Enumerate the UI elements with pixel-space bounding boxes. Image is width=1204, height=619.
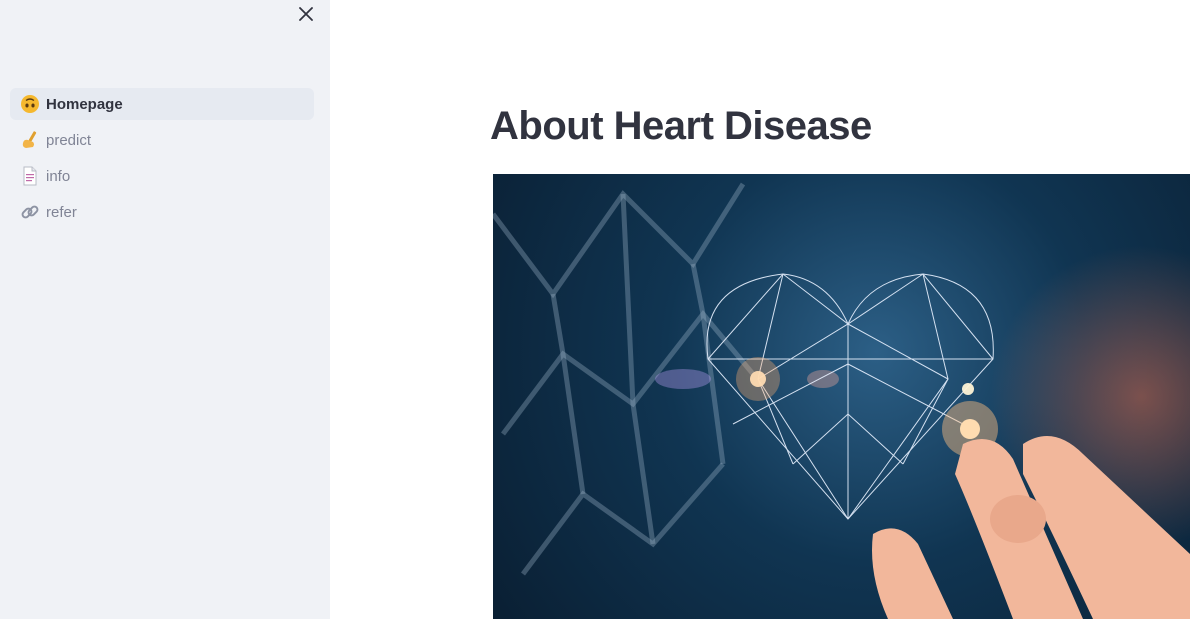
- sidebar-item-predict[interactable]: predict: [10, 124, 314, 156]
- sidebar-item-homepage[interactable]: Homepage: [10, 88, 314, 120]
- sidebar: Homepage predict info refer: [0, 0, 330, 619]
- heart-disease-banner-image: [493, 174, 1190, 619]
- sidebar-item-label: refer: [46, 203, 77, 221]
- writing-hand-icon: [20, 130, 40, 150]
- page-title: About Heart Disease: [490, 104, 872, 148]
- upside-down-face-icon: [20, 94, 40, 114]
- sidebar-item-label: Homepage: [46, 95, 123, 113]
- close-sidebar-button[interactable]: [296, 4, 316, 24]
- link-icon: [20, 202, 40, 222]
- sidebar-item-label: predict: [46, 131, 92, 149]
- sidebar-nav: Homepage predict info refer: [10, 88, 314, 232]
- sidebar-item-label: info: [46, 167, 71, 185]
- sidebar-item-refer[interactable]: refer: [10, 196, 314, 228]
- close-icon: [299, 7, 313, 21]
- sidebar-item-info[interactable]: info: [10, 160, 314, 192]
- page-facing-up-icon: [20, 166, 40, 186]
